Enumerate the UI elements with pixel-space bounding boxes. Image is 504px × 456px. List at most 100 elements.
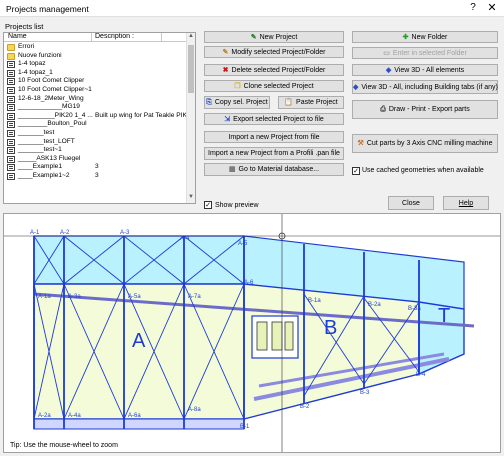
folder-icon: ▭	[383, 50, 390, 57]
close-icon[interactable]: ✕	[484, 1, 500, 16]
projects-list[interactable]: Name Description : Errori Nuove funzioni 1…	[3, 32, 196, 204]
database-icon: ▦	[228, 166, 236, 173]
modify-project-button[interactable]: ✎ Modify selected Project/Folder	[204, 46, 344, 58]
rib-label: B-1	[240, 424, 250, 430]
wing-preview[interactable]: A B T A-1 A-2 A-3 A-4 A-5 A-6 A-1a A-3a …	[3, 213, 501, 453]
close-button[interactable]: Close	[388, 196, 434, 210]
section-a-label: A	[132, 330, 146, 352]
folder-icon	[7, 44, 15, 51]
list-item[interactable]: 1-4 topaz	[4, 60, 188, 69]
list-item[interactable]: ____Example1~2 3	[4, 172, 188, 181]
project-name: ____Example1	[18, 163, 62, 171]
help-icon[interactable]: ?	[466, 2, 480, 16]
list-item[interactable]: _______test~1	[4, 146, 188, 155]
rib-label: A-2	[60, 230, 70, 236]
enter-folder-button[interactable]: ▭ Enter in selected Folder	[352, 47, 498, 59]
column-header-description[interactable]: Description :	[95, 33, 134, 40]
rib-label: B-4	[416, 372, 426, 378]
section-b-label: B	[324, 317, 337, 339]
export-project-button[interactable]: ⇲ Export selected Project to file	[204, 113, 344, 125]
view3d-all-button[interactable]: ◆ View 3D - All elements	[352, 64, 498, 76]
new-project-button[interactable]: ✎ New Project	[204, 31, 344, 43]
column-header-name[interactable]: Name	[8, 33, 27, 40]
new-folder-button[interactable]: ✚ New Folder	[352, 31, 498, 43]
column-separator[interactable]	[91, 33, 92, 42]
list-scrollbar[interactable]: ▲ ▼	[186, 33, 195, 203]
column-separator[interactable]	[161, 33, 162, 42]
use-cached-checkbox[interactable]: ✓	[352, 167, 360, 175]
scroll-down-icon[interactable]: ▼	[187, 194, 195, 203]
copy-icon: ⎘	[206, 99, 212, 106]
list-rows: Errori Nuove funzioni 1-4 topaz 1-4 topaz_1…	[4, 43, 188, 181]
show-preview-checkbox[interactable]: ✓	[204, 201, 212, 209]
show-preview-label: Show preview	[215, 202, 259, 209]
rib-label: A-5	[238, 241, 248, 247]
project-description: 3	[95, 163, 99, 171]
export-icon: ⇲	[224, 116, 231, 123]
view3d-building-icon: ◆	[353, 84, 359, 91]
list-item[interactable]: 12-6-18_2Meter_Wing	[4, 95, 188, 104]
project-file-icon	[7, 147, 15, 155]
draw-print-export-button[interactable]: ⎙ Draw - Print - Export parts	[352, 100, 498, 119]
project-file-icon	[7, 129, 15, 137]
wing-drawing: A B T A-1 A-2 A-3 A-4 A-5 A-6 A-1a A-3a …	[4, 214, 500, 452]
paste-icon: 📋	[284, 99, 294, 106]
project-name: _______test	[18, 128, 55, 136]
project-file-icon	[7, 104, 15, 112]
project-file-icon	[7, 69, 15, 77]
list-item[interactable]: ________Boulton_Poul	[4, 120, 188, 129]
cnc-cut-button[interactable]: ⚒ Cut parts by 3 Axis CNC milling machine	[352, 134, 498, 153]
project-name: ____________MG19	[18, 103, 80, 111]
list-item[interactable]: Nuove funzioni	[4, 52, 188, 61]
use-cached-label: Use cached geometries when available	[362, 167, 484, 174]
project-name: Errori	[18, 43, 35, 50]
import-project-button[interactable]: Import a new Project from file	[204, 131, 344, 143]
paste-project-button[interactable]: 📋 Paste Project	[278, 96, 344, 109]
list-item[interactable]: ____Example1 3	[4, 163, 188, 172]
list-item[interactable]: 10 Foot Comet Clipper	[4, 77, 188, 86]
project-description: 3	[95, 171, 99, 179]
section-t-label: T	[438, 305, 450, 327]
list-item[interactable]: Errori	[4, 43, 188, 52]
list-item[interactable]: ____________MG19	[4, 103, 188, 112]
rib-label: A-1a	[38, 294, 51, 300]
project-description: Built up wing for Pat Teakle PIK20	[95, 111, 188, 119]
rib-label: A-8a	[188, 407, 201, 413]
delete-icon: ✖	[222, 67, 229, 74]
list-item[interactable]: _______test_LOFT	[4, 138, 188, 147]
list-item[interactable]: _____ASK13 Fluegel	[4, 155, 188, 164]
rib-label: B-3	[360, 390, 370, 396]
list-item[interactable]: 10 Foot Comet Clipper~1	[4, 86, 188, 95]
list-item[interactable]: 1-4 topaz_1	[4, 69, 188, 78]
project-name: __________PIK20 1_4 ...	[18, 111, 93, 119]
scrollbar-thumb[interactable]	[188, 45, 194, 93]
rib-label: A-1	[30, 230, 40, 236]
list-item[interactable]: __________PIK20 1_4 ... Built up wing for…	[4, 112, 188, 121]
clone-project-button[interactable]: ❐ Clone selected Project	[204, 80, 344, 92]
folder-icon	[7, 52, 15, 60]
view3d-building-button[interactable]: ◆ View 3D - All, including Building tabs …	[352, 80, 498, 94]
project-file-icon	[7, 86, 15, 94]
project-file-icon	[7, 155, 15, 163]
help-button[interactable]: Help	[443, 196, 489, 210]
scroll-up-icon[interactable]: ▲	[187, 33, 195, 42]
rib-label: B-1a	[308, 298, 321, 304]
import-profili-button[interactable]: Import a new Project from a Profili .pan…	[204, 147, 344, 160]
project-file-icon	[7, 138, 15, 146]
project-name: _____ASK13 Fluegel	[18, 154, 81, 162]
copy-project-button[interactable]: ⎘ Copy sel. Project	[204, 96, 270, 109]
material-database-button[interactable]: ▦ Go to Material database...	[204, 163, 344, 176]
project-file-icon	[7, 121, 15, 129]
projects-list-label: Projects list	[5, 22, 44, 31]
plus-icon: ✚	[402, 34, 409, 41]
project-file-icon	[7, 61, 15, 69]
delete-project-button[interactable]: ✖ Delete selected Project/Folder	[204, 64, 344, 76]
project-name: 1-4 topaz	[18, 60, 46, 68]
view3d-icon: ◆	[385, 67, 392, 74]
new-project-icon: ✎	[250, 34, 257, 41]
rib-label: A-3	[120, 230, 130, 236]
project-file-icon	[7, 172, 15, 180]
project-file-icon	[7, 164, 15, 172]
list-item[interactable]: _______test	[4, 129, 188, 138]
rib-label: A-4a	[68, 413, 81, 419]
